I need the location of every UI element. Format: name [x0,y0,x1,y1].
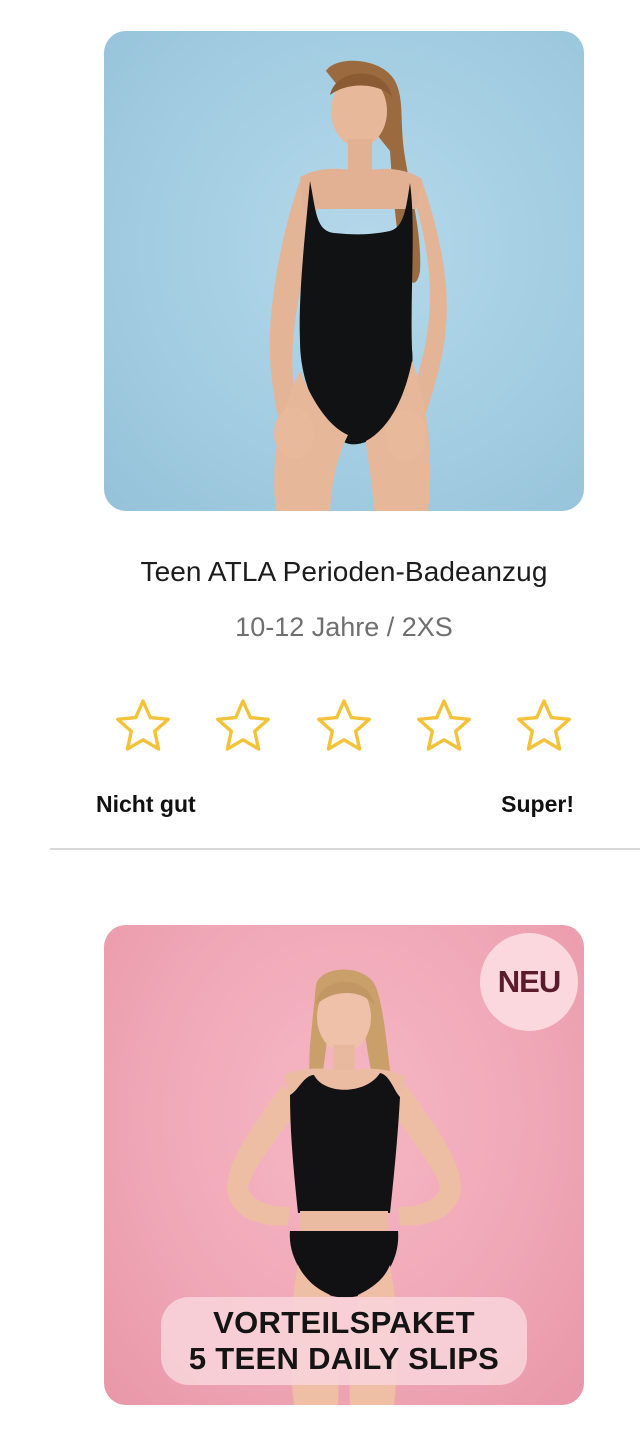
star-4-icon[interactable] [413,696,475,758]
promo-banner: VORTEILSPAKET 5 TEEN DAILY SLIPS [161,1297,527,1385]
star-2-icon[interactable] [212,696,274,758]
star-rating [0,696,640,758]
product-image-swimsuit [104,31,584,511]
star-5-icon[interactable] [513,696,575,758]
rating-high-label: Super! [501,791,574,817]
product-title: Teen ATLA Perioden-Badeanzug [140,556,548,587]
section-divider [50,848,640,850]
rating-low-label: Nicht gut [96,791,196,817]
star-1-icon[interactable] [112,696,174,758]
star-3-icon[interactable] [313,696,375,758]
review-page: Teen ATLA Perioden-Badeanzug 10-12 Jahre… [0,0,640,1440]
promo-line-1: VORTEILSPAKET [213,1305,475,1340]
product-image-slips[interactable]: NEU VORTEILSPAKET 5 TEEN DAILY SLIPS [104,925,584,1405]
product-variant: 10-12 Jahre / 2XS [235,612,453,642]
promo-line-2: 5 TEEN DAILY SLIPS [188,1341,500,1376]
new-badge: NEU [480,933,578,1031]
model-photo-swimsuit-illustration [269,60,447,511]
